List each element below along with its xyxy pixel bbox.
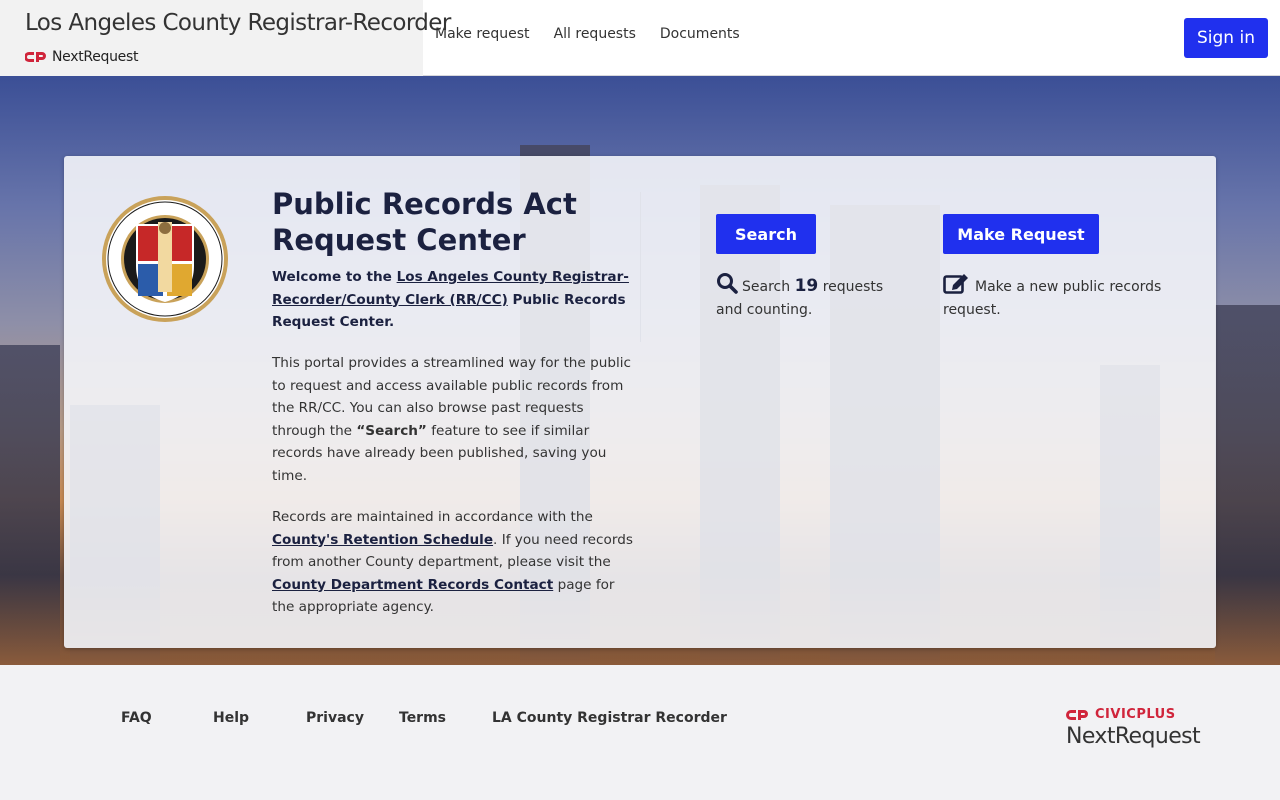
footer-link-privacy[interactable]: Privacy bbox=[306, 710, 364, 726]
search-desc-prefix: Search bbox=[742, 279, 791, 295]
hero-section: Public Records Act Request Center Welcom… bbox=[0, 76, 1280, 665]
top-header: Los Angeles County Registrar-Recorder Ne… bbox=[0, 0, 1280, 76]
footer: FAQ Help Privacy Terms LA County Registr… bbox=[0, 665, 1280, 800]
footer-link-faq[interactable]: FAQ bbox=[121, 710, 152, 726]
edit-icon bbox=[943, 274, 968, 294]
make-request-button[interactable]: Make Request bbox=[943, 214, 1099, 254]
civicplus-logo[interactable]: CIVICPLUS NextRequest bbox=[1066, 707, 1206, 749]
search-icon bbox=[717, 273, 738, 294]
sign-in-button[interactable]: Sign in bbox=[1184, 18, 1268, 58]
make-request-description: Make a new public records request. bbox=[943, 272, 1183, 321]
brand-block[interactable]: Los Angeles County Registrar-Recorder Ne… bbox=[0, 0, 451, 76]
nextrequest-brand: NextRequest bbox=[25, 49, 138, 65]
civicplus-text: CIVICPLUS bbox=[1095, 707, 1176, 722]
main-nav: Make request All requests Documents bbox=[435, 26, 764, 42]
org-title[interactable]: Los Angeles County Registrar-Recorder bbox=[25, 10, 451, 36]
para1-search-word: “Search” bbox=[356, 422, 427, 439]
search-button[interactable]: Search bbox=[716, 214, 816, 254]
para2-text-a: Records are maintained in accordance wit… bbox=[272, 509, 593, 525]
department-contact-link[interactable]: County Department Records Contact bbox=[272, 577, 553, 593]
retention-schedule-link[interactable]: County's Retention Schedule bbox=[272, 532, 493, 548]
divider bbox=[640, 192, 641, 342]
nextrequest-logo-icon bbox=[25, 52, 46, 62]
welcome-text: Welcome to the Los Angeles County Regist… bbox=[272, 266, 632, 334]
brand-name: NextRequest bbox=[52, 49, 139, 65]
nav-documents[interactable]: Documents bbox=[660, 26, 740, 42]
county-seal-icon bbox=[102, 196, 228, 322]
portal-description: This portal provides a streamlined way f… bbox=[272, 352, 637, 487]
search-description: Search 19 requests and counting. bbox=[716, 272, 906, 321]
make-desc-text: Make a new public records request. bbox=[943, 279, 1162, 318]
nav-all-requests[interactable]: All requests bbox=[554, 26, 636, 42]
request-count: 19 bbox=[794, 276, 819, 296]
civicplus-logo-icon bbox=[1066, 709, 1088, 720]
retention-description: Records are maintained in accordance wit… bbox=[272, 506, 637, 619]
nav-make-request[interactable]: Make request bbox=[435, 26, 530, 42]
welcome-prefix: Welcome to the bbox=[272, 269, 392, 285]
footer-link-terms[interactable]: Terms bbox=[399, 710, 446, 726]
nextrequest-footer-text: NextRequest bbox=[1066, 724, 1201, 749]
welcome-card: Public Records Act Request Center Welcom… bbox=[64, 156, 1216, 648]
footer-link-registrar[interactable]: LA County Registrar Recorder bbox=[492, 710, 727, 726]
footer-link-help[interactable]: Help bbox=[213, 710, 249, 726]
page-title: Public Records Act Request Center bbox=[272, 187, 577, 257]
